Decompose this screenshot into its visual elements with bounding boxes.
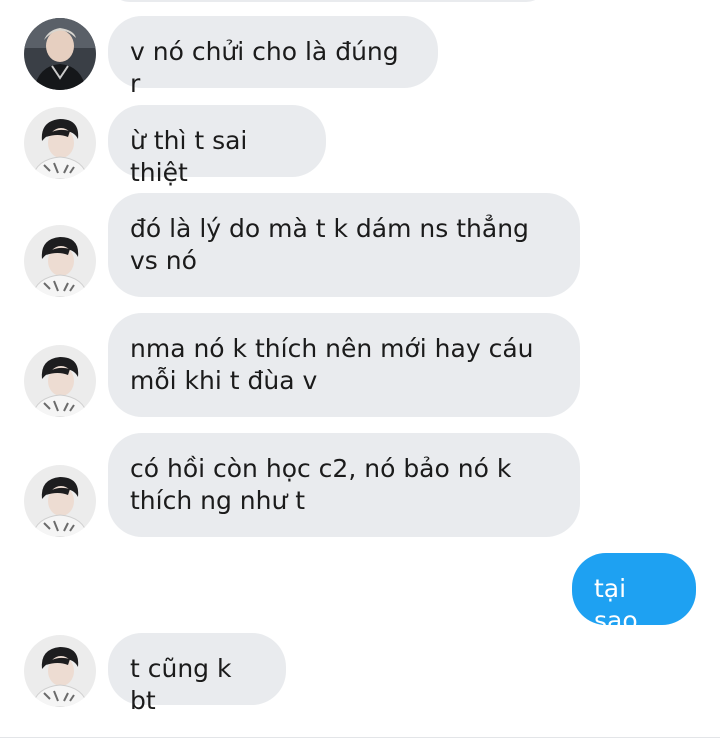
message-thread: v nó chửi cho là đúng r ừ thì t sai thiệ… — [0, 0, 720, 746]
message-text: nma nó k thích nên mới hay cáu mỗi khi t… — [130, 334, 534, 395]
avatar-photo-icon — [24, 18, 96, 90]
contact-avatar[interactable] — [24, 107, 96, 179]
message-text: tại sao — [594, 574, 638, 635]
contact-avatar[interactable] — [24, 465, 96, 537]
message-text: v nó chửi cho là đúng r — [130, 37, 399, 98]
message-bubble[interactable]: nma nó k thích nên mới hay cáu mỗi khi t… — [108, 313, 580, 417]
message-text: đó là lý do mà t k dám ns thẳng vs nó — [130, 214, 529, 275]
outgoing-message-bubble[interactable]: tại sao — [572, 553, 696, 635]
message-text: ừ thì t sai thiệt — [130, 126, 248, 187]
divider — [0, 737, 720, 738]
avatar-photo-icon — [24, 345, 96, 417]
message-bubble[interactable]: t cũng k bt — [108, 633, 286, 715]
avatar-photo-icon — [24, 635, 96, 707]
avatar-photo-icon — [24, 225, 96, 297]
contact-avatar[interactable] — [24, 345, 96, 417]
message-text: t cũng k bt — [130, 654, 232, 715]
message-bubble[interactable]: đó là lý do mà t k dám ns thẳng vs nó — [108, 193, 580, 297]
previous-message-bubble-edge — [108, 0, 548, 2]
avatar-photo-icon — [24, 465, 96, 537]
message-text: có hồi còn học c2, nó bảo nó k thích ng … — [130, 454, 512, 515]
contact-avatar[interactable] — [24, 635, 96, 707]
message-bubble[interactable]: v nó chửi cho là đúng r — [108, 16, 438, 98]
message-bubble[interactable]: ừ thì t sai thiệt — [108, 105, 326, 187]
message-bubble[interactable]: có hồi còn học c2, nó bảo nó k thích ng … — [108, 433, 580, 537]
contact-avatar[interactable] — [24, 18, 96, 90]
avatar-photo-icon — [24, 107, 96, 179]
contact-avatar[interactable] — [24, 225, 96, 297]
